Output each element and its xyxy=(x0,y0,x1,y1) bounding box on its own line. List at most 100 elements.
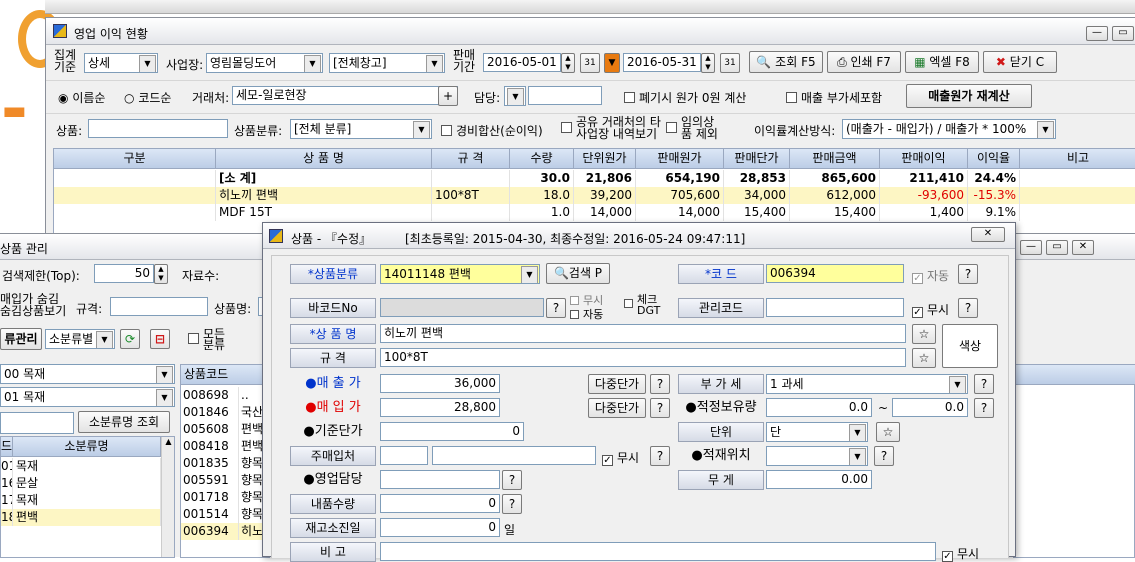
zero-cost-checkbox[interactable]: 폐기시 원가 0원 계산 xyxy=(624,89,746,106)
date-from-input[interactable]: 2016-05-01 xyxy=(483,53,561,72)
main-supplier-name[interactable] xyxy=(432,446,596,465)
recalc-button[interactable]: 매출원가 재계산 xyxy=(906,84,1032,108)
list-item[interactable]: 008698.. xyxy=(181,387,269,404)
table-row[interactable]: MDF 15T 1.0 14,000 14,000 15,400 15,400 … xyxy=(54,204,1135,221)
barcode-input[interactable] xyxy=(380,298,544,317)
spec-star-button[interactable]: ☆ xyxy=(912,348,936,368)
category-search-button[interactable]: 🔍검색 P xyxy=(546,263,610,284)
unit-star-button[interactable]: ☆ xyxy=(876,422,900,442)
category-select[interactable]: [전체 분류] xyxy=(290,119,432,139)
list-item[interactable]: 001514 향목 xyxy=(181,506,269,523)
close-button[interactable]: ✖ 닫기 C xyxy=(983,51,1057,73)
name-input[interactable]: 히노끼 편백 xyxy=(380,324,906,343)
refresh-icon[interactable]: ⟳ xyxy=(120,329,140,349)
mgmt-ignore-checkbox[interactable]: ✓ 무시 xyxy=(912,301,949,318)
date-to-calendar-icon[interactable]: 31 xyxy=(720,53,740,73)
pm-close-button[interactable]: ✕ xyxy=(1072,240,1094,255)
grid-header-name[interactable]: 상 품 명 xyxy=(216,149,432,169)
list-item[interactable]: 01목재 xyxy=(1,458,161,475)
customer-add-button[interactable]: + xyxy=(438,86,458,106)
delivery-qty-input[interactable]: 0 xyxy=(380,494,500,513)
manager-input[interactable] xyxy=(528,86,602,105)
proper-stock-help-button[interactable]: ? xyxy=(974,398,994,418)
remove-icon[interactable]: ⊟ xyxy=(150,329,170,349)
supplier-help-button[interactable]: ? xyxy=(650,446,670,466)
location-help-button[interactable]: ? xyxy=(874,446,894,466)
vat-help-button[interactable]: ? xyxy=(974,374,994,394)
excel-button[interactable]: ▦ 엑셀 F8 xyxy=(905,51,979,73)
multi-price-help-2[interactable]: ? xyxy=(650,398,670,418)
sort-name-radio[interactable]: ◉ 이름순 xyxy=(58,89,105,106)
proper-stock-min-input[interactable]: 0.0 xyxy=(766,398,872,417)
spec-input[interactable]: 100*8T xyxy=(380,348,906,367)
location-select[interactable] xyxy=(766,446,868,466)
list-item[interactable]: 008418 편백 xyxy=(181,438,269,455)
grid-header-sale-unit[interactable]: 판매단가 xyxy=(724,149,790,169)
date-from-spinner[interactable]: ▲ ▼ xyxy=(561,53,575,73)
stock-days-input[interactable]: 0 xyxy=(380,518,500,537)
small-category-input[interactable] xyxy=(0,412,74,434)
grid-header-margin[interactable]: 이익율 xyxy=(968,149,1020,169)
large-category-select[interactable]: 00 목재 xyxy=(0,364,175,384)
list-item[interactable]: 005591 향목 xyxy=(181,472,269,489)
print-button[interactable]: ⎙ 인쇄 F7 xyxy=(827,51,901,73)
grid-header-unit-cost[interactable]: 단위원가 xyxy=(574,149,636,169)
grid-header-sale-amount[interactable]: 판매금액 xyxy=(790,149,880,169)
date-to-input[interactable]: 2016-05-31 xyxy=(623,53,701,72)
grid-header-spec[interactable]: 규 격 xyxy=(432,149,510,169)
multi-price-help-1[interactable]: ? xyxy=(650,374,670,394)
list-item[interactable]: 006394 히노 xyxy=(181,523,269,540)
sales-profit-titlebar[interactable]: 영업 이익 현황 — ▭ xyxy=(46,18,1135,45)
grid-header-profit[interactable]: 판매이익 xyxy=(880,149,968,169)
sale-price-input[interactable]: 36,000 xyxy=(380,374,500,393)
grid-header-note[interactable]: 비고 xyxy=(1020,149,1135,169)
sales-mgr-input[interactable] xyxy=(380,470,500,489)
list-item[interactable]: 18편백 xyxy=(1,509,161,526)
vat-select[interactable]: 1 과세 xyxy=(766,374,968,394)
check-dgt-checkbox[interactable]: 체크 DGT xyxy=(624,294,663,317)
barcode-auto-checkbox[interactable]: 자동 xyxy=(570,306,603,322)
dialog-titlebar[interactable]: 상품 - 『수정』 [최초등록일: 2015-04-30, 최종수정일: 201… xyxy=(263,223,1015,249)
list-item[interactable]: 001846 국산 xyxy=(181,404,269,421)
list-item[interactable]: 16문살 xyxy=(1,475,161,492)
product-input[interactable] xyxy=(88,119,228,138)
cat-header-code[interactable]: 드 xyxy=(1,437,13,457)
code-help-button[interactable]: ? xyxy=(958,264,978,284)
unit-select[interactable]: 단 xyxy=(766,422,868,442)
barcode-help-button[interactable]: ? xyxy=(546,298,566,318)
small-category-select[interactable]: 소분류별 xyxy=(45,329,115,349)
pm-spec-input[interactable] xyxy=(110,297,208,316)
middle-category-select[interactable]: 01 목재 xyxy=(0,387,175,407)
code-input[interactable]: 006394 xyxy=(766,264,904,283)
customer-input[interactable]: 세모-일로현장 xyxy=(232,86,458,105)
list-item[interactable]: 001835 향목 xyxy=(181,455,269,472)
top-limit-spinner[interactable]: ▲ ▼ xyxy=(154,264,168,284)
top-limit-input[interactable]: 50 xyxy=(94,264,154,283)
calc-method-select[interactable]: (매출가 - 매입가) / 매출가 * 100% xyxy=(842,119,1056,139)
pm-restore-button[interactable]: ▭ xyxy=(1046,240,1068,255)
table-row[interactable]: 히노끼 편백 100*8T 18.0 39,200 705,600 34,000… xyxy=(54,187,1135,204)
mgmt-code-input[interactable] xyxy=(766,298,904,317)
purchase-price-input[interactable]: 28,800 xyxy=(380,398,500,417)
date-range-arrow-icon[interactable]: ▼ xyxy=(604,53,620,73)
code-header[interactable]: 상품코드 xyxy=(181,365,269,385)
table-row[interactable]: [소 계] 30.0 21,806 654,190 28,853 865,600… xyxy=(54,170,1135,187)
small-category-search-button[interactable]: 소분류명 조회 xyxy=(78,411,170,433)
minimize-button[interactable]: — xyxy=(1086,26,1108,41)
multi-price-button-2[interactable]: 다중단가 xyxy=(588,398,646,418)
sales-mgr-help-button[interactable]: ? xyxy=(502,470,522,490)
site-select[interactable]: 영림몰딩도어 xyxy=(206,53,323,73)
note-input[interactable] xyxy=(380,542,936,561)
grid-header-qty[interactable]: 수량 xyxy=(510,149,574,169)
all-category-checkbox[interactable]: 모든 분류 xyxy=(188,328,231,352)
mgmt-help-button[interactable]: ? xyxy=(958,298,978,318)
note-ignore-checkbox[interactable]: ✓ 무시 xyxy=(942,545,979,562)
supplier-ignore-checkbox[interactable]: ✓ 무시 xyxy=(602,449,639,466)
dialog-close-button[interactable]: ✕ xyxy=(971,227,1005,242)
proper-stock-max-input[interactable]: 0.0 xyxy=(892,398,968,417)
group-select[interactable]: 상세 xyxy=(84,53,158,73)
main-supplier-code[interactable] xyxy=(380,446,428,465)
category-mgmt-tab[interactable]: 류관리 xyxy=(0,328,42,350)
list-item[interactable]: 005608 편백 xyxy=(181,421,269,438)
grid-header-sale-cost[interactable]: 판매원가 xyxy=(636,149,724,169)
